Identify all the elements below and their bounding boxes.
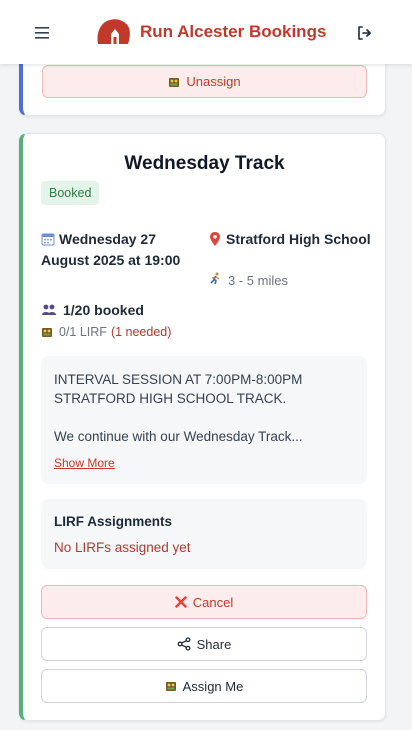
event-distance: 3 - 5 miles	[209, 272, 288, 288]
hamburger-menu-icon[interactable]	[30, 22, 54, 44]
close-icon	[175, 596, 187, 608]
lirf-person-icon	[168, 76, 180, 88]
lirf-person-icon	[41, 326, 53, 338]
event-title: Wednesday Track	[124, 153, 285, 174]
cancel-button[interactable]: Cancel	[41, 585, 367, 619]
lirf-person-icon	[165, 680, 177, 692]
lirf-needed-text: (1 needed)	[110, 325, 172, 339]
event-location-text: Stratford High School	[226, 231, 371, 247]
map-pin-icon	[209, 232, 221, 251]
event-date-text: Wednesday 27 August 2025 at 19:00	[41, 231, 181, 268]
share-icon	[177, 637, 191, 651]
lirf-assignments-box: LIRF Assignments No LIRFs assigned yet	[41, 499, 367, 569]
description-box: INTERVAL SESSION AT 7:00PM-8:00PM STRATF…	[41, 356, 367, 484]
cancel-label: Cancel	[192, 594, 234, 610]
lirf-status: 0/1 LIRF (1 needed)	[41, 325, 171, 339]
brand[interactable]: Run Alcester Bookings	[94, 15, 326, 49]
share-button[interactable]: Share	[41, 627, 367, 661]
lirf-assignments-title: LIRF Assignments	[54, 514, 173, 529]
assign-me-button[interactable]: Assign Me	[41, 669, 367, 703]
unassign-button[interactable]: Unassign	[42, 65, 367, 98]
lirf-count-text: 0/1 LIRF	[59, 325, 107, 339]
app-header: Run Alcester Bookings	[0, 0, 412, 64]
booked-count: 1/20 booked	[41, 302, 144, 318]
logout-icon[interactable]	[352, 22, 376, 44]
description-line-1: INTERVAL SESSION AT 7:00PM-8:00PM STRATF…	[54, 372, 303, 406]
people-icon	[41, 304, 57, 316]
status-badge: Booked	[41, 181, 100, 205]
lirf-assignments-empty: No LIRFs assigned yet	[54, 540, 191, 555]
description-line-2: We continue with our Wednesday Track...	[54, 429, 303, 444]
show-more-link[interactable]: Show More	[54, 456, 115, 470]
share-label: Share	[196, 636, 232, 652]
runner-icon	[209, 272, 222, 288]
app-title: Run Alcester Bookings	[140, 22, 327, 41]
event-card: Wednesday Track Booked Wednesday 27 Augu…	[19, 133, 386, 721]
booked-count-text: 1/20 booked	[63, 302, 144, 318]
unassign-label: Unassign	[186, 74, 241, 89]
brand-logo-icon	[97, 19, 130, 44]
event-location: Stratford High School	[209, 230, 379, 251]
event-distance-text: 3 - 5 miles	[228, 272, 288, 288]
assign-me-label: Assign Me	[182, 678, 244, 694]
calendar-icon	[41, 232, 55, 251]
event-date: Wednesday 27 August 2025 at 19:00	[41, 230, 201, 270]
